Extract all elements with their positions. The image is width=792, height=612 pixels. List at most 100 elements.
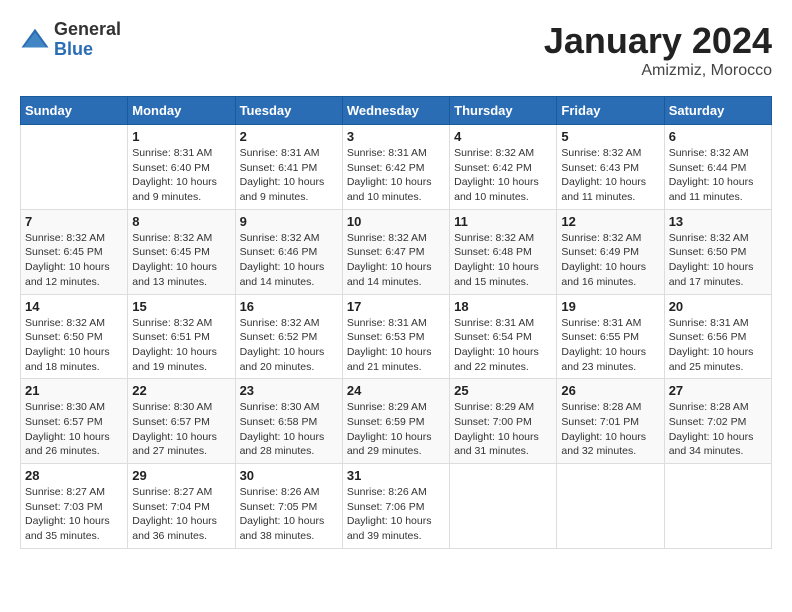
day-number: 14 [25,299,123,314]
header-cell-wednesday: Wednesday [342,97,449,125]
day-info: Sunrise: 8:31 AMSunset: 6:53 PMDaylight:… [347,316,445,375]
day-info: Sunrise: 8:27 AMSunset: 7:03 PMDaylight:… [25,485,123,544]
logo-text: General Blue [54,20,121,60]
day-info: Sunrise: 8:29 AMSunset: 6:59 PMDaylight:… [347,400,445,459]
day-number: 5 [561,129,659,144]
day-info: Sunrise: 8:32 AMSunset: 6:45 PMDaylight:… [132,231,230,290]
day-number: 21 [25,383,123,398]
day-number: 18 [454,299,552,314]
calendar-cell: 23Sunrise: 8:30 AMSunset: 6:58 PMDayligh… [235,379,342,464]
day-number: 24 [347,383,445,398]
calendar-cell: 28 Sunrise: 8:27 AMSunset: 7:03 PMDayligh… [21,464,128,549]
day-info: Sunrise: 8:31 AMSunset: 6:54 PMDaylight:… [454,316,552,375]
day-number: 12 [561,214,659,229]
day-info: Sunrise: 8:30 AMSunset: 6:57 PMDaylight:… [132,400,230,459]
calendar-cell: 11Sunrise: 8:32 AMSunset: 6:48 PMDayligh… [450,209,557,294]
calendar-cell: 30 Sunrise: 8:26 AMSunset: 7:05 PMDayligh… [235,464,342,549]
day-info: Sunrise: 8:32 AMSunset: 6:42 PMDaylight:… [454,146,552,205]
calendar-table: SundayMondayTuesdayWednesdayThursdayFrid… [20,96,772,549]
week-row: 7 Sunrise: 8:32 AMSunset: 6:45 PMDaylight… [21,209,772,294]
day-info: Sunrise: 8:26 AMSunset: 7:05 PMDaylight:… [240,485,338,544]
day-number: 10 [347,214,445,229]
day-number: 19 [561,299,659,314]
day-info: Sunrise: 8:31 AMSunset: 6:41 PMDaylight:… [240,146,338,205]
calendar-cell [557,464,664,549]
day-number: 7 [25,214,123,229]
day-number: 13 [669,214,767,229]
calendar-cell: 17 Sunrise: 8:31 AMSunset: 6:53 PMDayligh… [342,294,449,379]
day-number: 23 [240,383,338,398]
calendar-cell: 26Sunrise: 8:28 AMSunset: 7:01 PMDayligh… [557,379,664,464]
calendar-cell: 10 Sunrise: 8:32 AMSunset: 6:47 PMDayligh… [342,209,449,294]
day-number: 16 [240,299,338,314]
calendar-cell [664,464,771,549]
day-info: Sunrise: 8:27 AMSunset: 7:04 PMDaylight:… [132,485,230,544]
calendar-cell: 2 Sunrise: 8:31 AMSunset: 6:41 PMDaylight… [235,125,342,210]
week-row: 21 Sunrise: 8:30 AMSunset: 6:57 PMDayligh… [21,379,772,464]
day-info: Sunrise: 8:26 AMSunset: 7:06 PMDaylight:… [347,485,445,544]
title-block: January 2024 Amizmiz, Morocco [544,20,772,80]
day-info: Sunrise: 8:32 AMSunset: 6:47 PMDaylight:… [347,231,445,290]
calendar-cell: 4 Sunrise: 8:32 AMSunset: 6:42 PMDaylight… [450,125,557,210]
day-info: Sunrise: 8:31 AMSunset: 6:56 PMDaylight:… [669,316,767,375]
day-number: 31 [347,468,445,483]
calendar-cell: 13 Sunrise: 8:32 AMSunset: 6:50 PMDayligh… [664,209,771,294]
day-number: 28 [25,468,123,483]
main-title: January 2024 [544,20,772,62]
calendar-cell: 21 Sunrise: 8:30 AMSunset: 6:57 PMDayligh… [21,379,128,464]
calendar-cell [21,125,128,210]
week-row: 14 Sunrise: 8:32 AMSunset: 6:50 PMDayligh… [21,294,772,379]
day-number: 30 [240,468,338,483]
header-cell-sunday: Sunday [21,97,128,125]
calendar-cell: 8Sunrise: 8:32 AMSunset: 6:45 PMDaylight… [128,209,235,294]
day-info: Sunrise: 8:32 AMSunset: 6:52 PMDaylight:… [240,316,338,375]
day-number: 25 [454,383,552,398]
calendar-cell: 15 Sunrise: 8:32 AMSunset: 6:51 PMDayligh… [128,294,235,379]
day-number: 11 [454,214,552,229]
day-info: Sunrise: 8:31 AMSunset: 6:40 PMDaylight:… [132,146,230,205]
logo-icon [20,25,50,55]
day-number: 2 [240,129,338,144]
week-row: 1 Sunrise: 8:31 AMSunset: 6:40 PMDaylight… [21,125,772,210]
day-info: Sunrise: 8:31 AMSunset: 6:55 PMDaylight:… [561,316,659,375]
header-cell-monday: Monday [128,97,235,125]
calendar-cell: 27Sunrise: 8:28 AMSunset: 7:02 PMDayligh… [664,379,771,464]
calendar-cell: 29 Sunrise: 8:27 AMSunset: 7:04 PMDayligh… [128,464,235,549]
day-info: Sunrise: 8:28 AMSunset: 7:01 PMDaylight:… [561,400,659,459]
day-number: 9 [240,214,338,229]
day-info: Sunrise: 8:32 AMSunset: 6:49 PMDaylight:… [561,231,659,290]
calendar-cell: 14 Sunrise: 8:32 AMSunset: 6:50 PMDayligh… [21,294,128,379]
day-info: Sunrise: 8:32 AMSunset: 6:50 PMDaylight:… [669,231,767,290]
calendar-cell: 7 Sunrise: 8:32 AMSunset: 6:45 PMDaylight… [21,209,128,294]
calendar-cell: 12 Sunrise: 8:32 AMSunset: 6:49 PMDayligh… [557,209,664,294]
day-info: Sunrise: 8:32 AMSunset: 6:45 PMDaylight:… [25,231,123,290]
day-info: Sunrise: 8:32 AMSunset: 6:51 PMDaylight:… [132,316,230,375]
day-info: Sunrise: 8:29 AMSunset: 7:00 PMDaylight:… [454,400,552,459]
calendar-cell: 19 Sunrise: 8:31 AMSunset: 6:55 PMDayligh… [557,294,664,379]
week-row: 28 Sunrise: 8:27 AMSunset: 7:03 PMDayligh… [21,464,772,549]
calendar-cell: 22 Sunrise: 8:30 AMSunset: 6:57 PMDayligh… [128,379,235,464]
header-row: SundayMondayTuesdayWednesdayThursdayFrid… [21,97,772,125]
calendar-cell: 3Sunrise: 8:31 AMSunset: 6:42 PMDaylight… [342,125,449,210]
page-header: General Blue January 2024 Amizmiz, Moroc… [20,20,772,80]
calendar-cell: 18 Sunrise: 8:31 AMSunset: 6:54 PMDayligh… [450,294,557,379]
day-info: Sunrise: 8:32 AMSunset: 6:43 PMDaylight:… [561,146,659,205]
day-info: Sunrise: 8:30 AMSunset: 6:57 PMDaylight:… [25,400,123,459]
logo-general: General [54,20,121,40]
calendar-cell: 9Sunrise: 8:32 AMSunset: 6:46 PMDaylight… [235,209,342,294]
day-number: 3 [347,129,445,144]
day-number: 22 [132,383,230,398]
calendar-body: 1 Sunrise: 8:31 AMSunset: 6:40 PMDaylight… [21,125,772,549]
calendar-cell: 20Sunrise: 8:31 AMSunset: 6:56 PMDayligh… [664,294,771,379]
calendar-cell [450,464,557,549]
day-number: 15 [132,299,230,314]
day-number: 1 [132,129,230,144]
day-info: Sunrise: 8:32 AMSunset: 6:50 PMDaylight:… [25,316,123,375]
day-number: 17 [347,299,445,314]
day-number: 27 [669,383,767,398]
day-number: 4 [454,129,552,144]
calendar-cell: 25 Sunrise: 8:29 AMSunset: 7:00 PMDayligh… [450,379,557,464]
subtitle: Amizmiz, Morocco [544,62,772,80]
day-number: 29 [132,468,230,483]
header-cell-friday: Friday [557,97,664,125]
